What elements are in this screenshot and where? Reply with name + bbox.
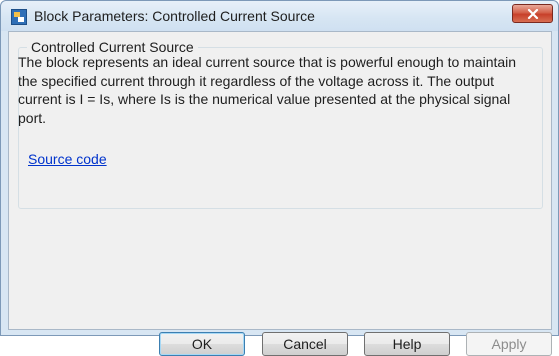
block-description: The block represents an ideal current so… bbox=[18, 54, 517, 126]
title-bar[interactable]: Block Parameters: Controlled Current Sou… bbox=[1, 1, 558, 31]
close-button[interactable] bbox=[512, 4, 553, 23]
close-icon bbox=[527, 8, 539, 19]
dialog-window: Block Parameters: Controlled Current Sou… bbox=[0, 0, 559, 356]
source-code-link[interactable]: Source code bbox=[28, 151, 107, 167]
simulink-block-icon bbox=[11, 9, 27, 25]
window-title: Block Parameters: Controlled Current Sou… bbox=[34, 8, 315, 24]
